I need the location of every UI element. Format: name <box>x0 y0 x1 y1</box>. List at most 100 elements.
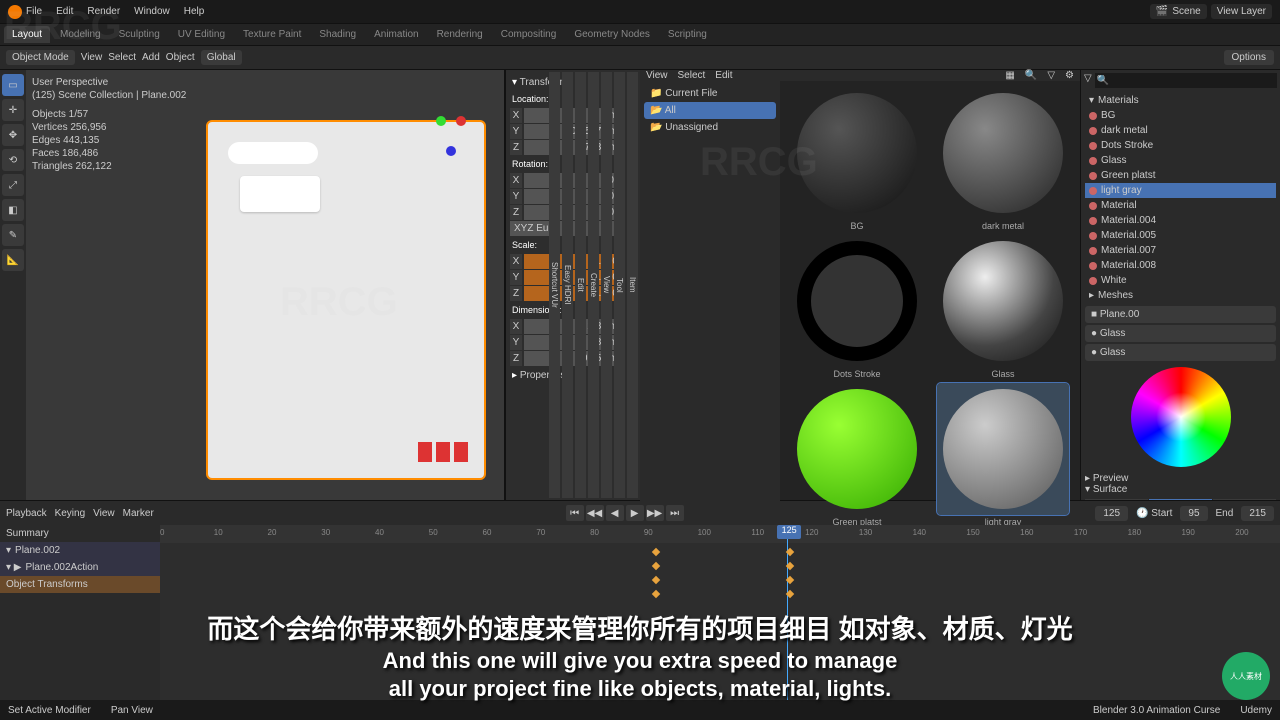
ntab-item[interactable]: Item <box>627 72 638 498</box>
tool-scale[interactable]: ⤢ <box>2 174 24 196</box>
menu-file[interactable]: File <box>26 6 42 17</box>
tab-hex[interactable]: Hex <box>1213 499 1276 500</box>
ntab-easyhdri[interactable]: Easy HDRI <box>562 72 573 498</box>
start-frame[interactable]: 95 <box>1180 506 1207 521</box>
tab-sculpting[interactable]: Sculpting <box>111 26 168 43</box>
viewlayer-selector[interactable]: View Layer <box>1211 4 1272 19</box>
mat-lightgray[interactable]: light gray <box>932 383 1074 527</box>
prev-key-icon[interactable]: ◀◀ <box>586 505 604 521</box>
catalog-unassigned[interactable]: 📂 Unassigned <box>644 119 776 136</box>
tab-shading[interactable]: Shading <box>311 26 364 43</box>
ntab-view[interactable]: View <box>601 72 612 498</box>
grid-icon[interactable]: ▦ <box>1005 70 1014 81</box>
prop-object-name[interactable]: ■ Plane.00 <box>1085 306 1276 323</box>
outliner-filter-icon[interactable]: ▽ <box>1084 73 1092 88</box>
tool-cursor[interactable]: ✛ <box>2 99 24 121</box>
outliner-item[interactable]: White <box>1085 273 1276 288</box>
end-frame[interactable]: 215 <box>1241 506 1274 521</box>
timeline-ruler[interactable]: 0102030405060708090100110120130140150160… <box>160 525 1280 543</box>
tab-modeling[interactable]: Modeling <box>52 26 109 43</box>
tab-rgb[interactable]: RGB <box>1085 499 1148 500</box>
ntab-tool[interactable]: Tool <box>614 72 625 498</box>
prop-surface[interactable]: ▾ Surface <box>1085 484 1276 495</box>
gear-icon[interactable]: ⚙ <box>1065 70 1074 81</box>
outliner-materials-root[interactable]: ▾ Materials <box>1085 93 1276 108</box>
outliner-item[interactable]: Material.004 <box>1085 213 1276 228</box>
outliner-item[interactable]: Material.008 <box>1085 258 1276 273</box>
track-obj[interactable]: ▾ Plane.002 <box>0 542 160 559</box>
outliner-search-input[interactable] <box>1095 73 1277 88</box>
tool-transform[interactable]: ◧ <box>2 199 24 221</box>
tl-keying[interactable]: Keying <box>55 508 86 519</box>
mat-bg[interactable]: BG <box>786 87 928 231</box>
outliner-item[interactable]: dark metal <box>1085 123 1276 138</box>
tab-layout[interactable]: Layout <box>4 26 50 43</box>
outliner-item[interactable]: Material.005 <box>1085 228 1276 243</box>
tab-texturepaint[interactable]: Texture Paint <box>235 26 309 43</box>
keyframe[interactable] <box>652 562 660 570</box>
track-summary[interactable]: Summary <box>0 525 160 542</box>
tab-scripting[interactable]: Scripting <box>660 26 715 43</box>
mat-glass[interactable]: Glass <box>932 235 1074 379</box>
tool-rotate[interactable]: ⟲ <box>2 149 24 171</box>
3d-viewport[interactable]: User Perspective (125) Scene Collection … <box>26 70 505 500</box>
tab-geonodes[interactable]: Geometry Nodes <box>566 26 658 43</box>
search-icon[interactable]: 🔍 <box>1025 70 1037 81</box>
outliner-item[interactable]: Dots Stroke <box>1085 138 1276 153</box>
orientation-selector[interactable]: Global <box>201 50 242 65</box>
tool-measure[interactable]: 📐 <box>2 249 24 271</box>
prop-surface-node[interactable]: ● Glass <box>1085 344 1276 361</box>
scene-selector[interactable]: 🎬Scene <box>1150 4 1207 19</box>
play-reverse-icon[interactable]: ◀ <box>606 505 624 521</box>
selected-plane-object[interactable] <box>206 120 486 480</box>
ntab-edit[interactable]: Edit <box>575 72 586 498</box>
tab-animation[interactable]: Animation <box>366 26 426 43</box>
source-currentfile[interactable]: 📁 Current File <box>644 85 776 102</box>
ab-view[interactable]: View <box>646 70 668 81</box>
ntab-create[interactable]: Create <box>588 72 599 498</box>
mat-dotsstroke[interactable]: Dots Stroke <box>786 235 928 379</box>
outliner-item-selected[interactable]: light gray <box>1085 183 1276 198</box>
ntab-shortcutvur[interactable]: Shortcut VUr <box>549 72 560 498</box>
next-key-icon[interactable]: ▶▶ <box>646 505 664 521</box>
filter-icon[interactable]: ▽ <box>1047 70 1055 81</box>
outliner-item[interactable]: BG <box>1085 108 1276 123</box>
hdr-add[interactable]: Add <box>142 52 160 63</box>
jump-end-icon[interactable]: ⏭ <box>666 505 684 521</box>
prop-material-slot[interactable]: ● Glass <box>1085 325 1276 342</box>
menu-help[interactable]: Help <box>184 6 205 17</box>
ab-edit[interactable]: Edit <box>715 70 732 81</box>
outliner-item[interactable]: Glass <box>1085 153 1276 168</box>
prop-preview[interactable]: ▸ Preview <box>1085 473 1276 484</box>
outliner-item[interactable]: Material <box>1085 198 1276 213</box>
timeline-graph[interactable]: 0102030405060708090100110120130140150160… <box>160 525 1280 700</box>
ab-select[interactable]: Select <box>678 70 706 81</box>
menu-render[interactable]: Render <box>87 6 120 17</box>
tab-compositing[interactable]: Compositing <box>493 26 565 43</box>
keyframe[interactable] <box>652 576 660 584</box>
hdr-select[interactable]: Select <box>108 52 136 63</box>
hdr-object[interactable]: Object <box>166 52 195 63</box>
tl-playback[interactable]: Playback <box>6 508 47 519</box>
tab-uvediting[interactable]: UV Editing <box>170 26 233 43</box>
outliner-item[interactable]: Material.007 <box>1085 243 1276 258</box>
catalog-all[interactable]: 📂 All <box>644 102 776 119</box>
menu-edit[interactable]: Edit <box>56 6 73 17</box>
options-dropdown[interactable]: Options <box>1224 50 1274 65</box>
tab-hsv[interactable]: HSV <box>1149 499 1212 500</box>
tl-view[interactable]: View <box>93 508 115 519</box>
outliner-item[interactable]: Green platst <box>1085 168 1276 183</box>
tool-move[interactable]: ✥ <box>2 124 24 146</box>
hdr-view[interactable]: View <box>81 52 103 63</box>
mode-selector[interactable]: Object Mode <box>6 50 75 65</box>
mat-greenplastst[interactable]: Green platst <box>786 383 928 527</box>
mat-darkmetal[interactable]: dark metal <box>932 87 1074 231</box>
track-action[interactable]: ▾ ▶ Plane.002Action <box>0 559 160 576</box>
menu-window[interactable]: Window <box>134 6 170 17</box>
keyframe[interactable] <box>652 590 660 598</box>
color-wheel[interactable] <box>1131 367 1231 467</box>
jump-start-icon[interactable]: ⏮ <box>566 505 584 521</box>
outliner-meshes-root[interactable]: ▸ Meshes <box>1085 288 1276 300</box>
tab-rendering[interactable]: Rendering <box>429 26 491 43</box>
tool-select-box[interactable]: ▭ <box>2 74 24 96</box>
